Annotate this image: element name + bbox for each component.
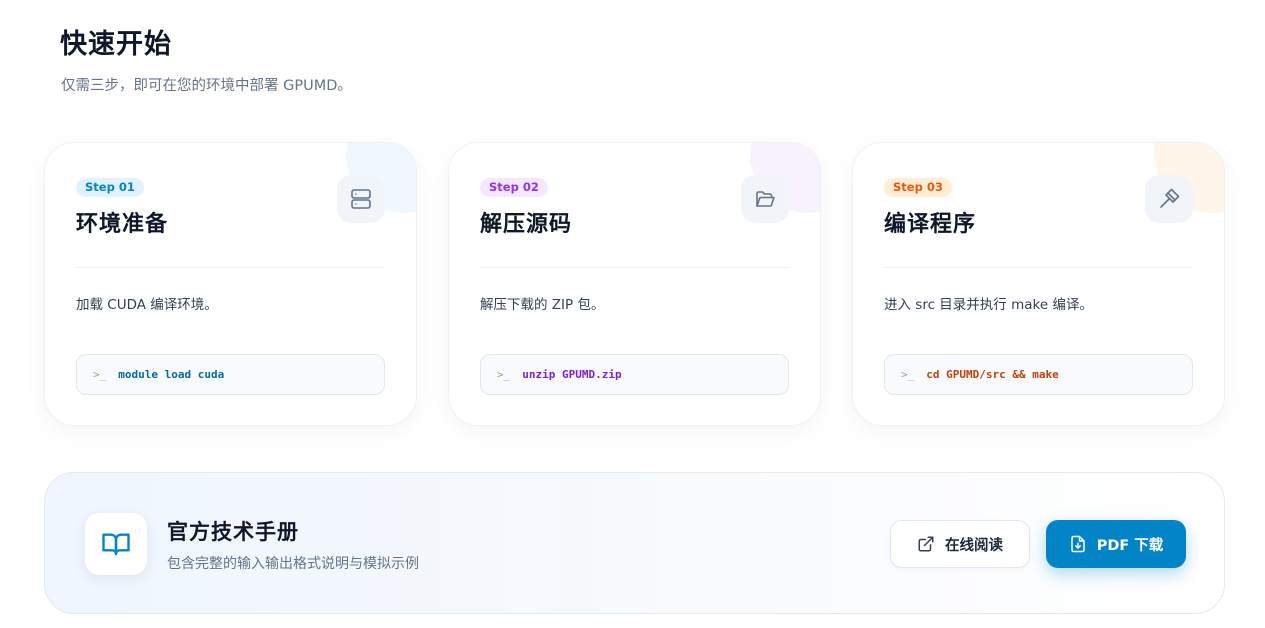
external-link-icon — [918, 536, 934, 552]
step-badge: Step 03 — [884, 178, 952, 197]
step-description: 进入 src 目录并执行 make 编译。 — [884, 297, 1093, 313]
command-box[interactable]: >_ cd GPUMD/src && make — [884, 354, 1193, 395]
page-title: 快速开始 — [60, 29, 172, 60]
read-online-label: 在线阅读 — [945, 537, 1003, 554]
manual-title: 官方技术手册 — [167, 520, 299, 544]
step-card-3: Step 03 编译程序 进入 src 目录并执行 make 编译。 >_ cd… — [852, 142, 1225, 426]
quick-start-section: 快速开始 仅需三步，即可在您的环境中部署 GPUMD。 Step 01 环境准备… — [0, 0, 1265, 628]
divider — [480, 267, 789, 268]
step-title: 编译程序 — [884, 212, 977, 237]
read-online-button[interactable]: 在线阅读 — [890, 520, 1030, 568]
hammer-icon — [1145, 175, 1193, 223]
terminal-prompt-icon: >_ — [497, 368, 511, 381]
step-title: 解压源码 — [480, 212, 573, 237]
server-icon — [337, 175, 385, 223]
file-download-icon — [1070, 535, 1085, 553]
divider — [76, 267, 385, 268]
step-title: 环境准备 — [76, 212, 169, 237]
terminal-prompt-icon: >_ — [901, 368, 915, 381]
book-open-icon — [85, 513, 147, 575]
terminal-prompt-icon: >_ — [93, 368, 107, 381]
divider — [884, 267, 1193, 268]
step-card-2: Step 02 解压源码 解压下载的 ZIP 包。 >_ unzip GPUMD… — [448, 142, 821, 426]
pdf-download-button[interactable]: PDF 下载 — [1046, 520, 1186, 568]
step-badge: Step 01 — [76, 178, 144, 197]
command-text[interactable]: module load cuda — [118, 368, 224, 381]
command-text[interactable]: unzip GPUMD.zip — [522, 368, 621, 381]
step-description: 解压下载的 ZIP 包。 — [480, 297, 605, 313]
page-subtitle: 仅需三步，即可在您的环境中部署 GPUMD。 — [61, 78, 352, 94]
step-description: 加载 CUDA 编译环境。 — [76, 297, 218, 313]
pdf-download-label: PDF 下载 — [1096, 537, 1164, 554]
manual-banner: 官方技术手册 包含完整的输入输出格式说明与模拟示例 在线阅读 PDF 下载 — [44, 472, 1225, 614]
manual-subtitle: 包含完整的输入输出格式说明与模拟示例 — [167, 556, 419, 572]
command-box[interactable]: >_ unzip GPUMD.zip — [480, 354, 789, 395]
folder-open-icon — [741, 175, 789, 223]
step-card-1: Step 01 环境准备 加载 CUDA 编译环境。 >_ module loa… — [44, 142, 417, 426]
step-badge: Step 02 — [480, 178, 548, 197]
command-box[interactable]: >_ module load cuda — [76, 354, 385, 395]
command-text[interactable]: cd GPUMD/src && make — [926, 368, 1058, 381]
